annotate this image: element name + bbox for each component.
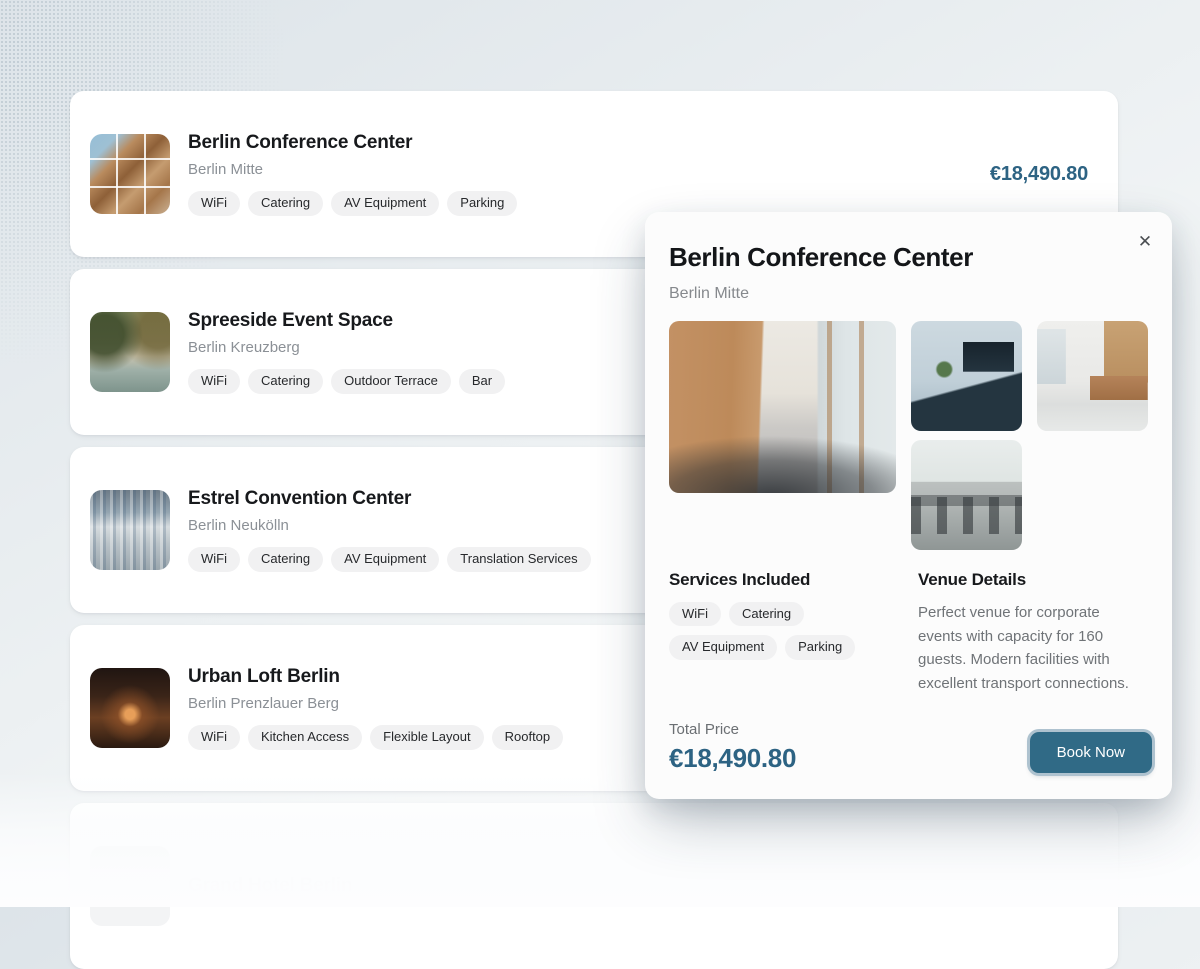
- venue-price: €18,490.80: [990, 163, 1088, 186]
- venue-tag: WiFi: [188, 369, 240, 393]
- venue-name: Urban Loft Berlin: [188, 666, 563, 688]
- service-tags: WiFi Catering AV Equipment Parking: [669, 602, 903, 660]
- venue-tags: WiFi Kitchen Access Flexible Layout Roof…: [188, 725, 563, 749]
- venue-tag: AV Equipment: [331, 191, 439, 215]
- meeting-room-photo: [911, 321, 1022, 431]
- venue-location: Berlin Prenzlauer Berg: [188, 695, 563, 712]
- venue-thumbnail-photo: [90, 134, 170, 214]
- venue-detail-modal: ✕ Berlin Conference Center Berlin Mitte …: [645, 212, 1172, 799]
- lobby-photo: [1037, 321, 1148, 431]
- venue-tag: Bar: [459, 369, 505, 393]
- book-now-button[interactable]: Book Now: [1030, 732, 1152, 773]
- venue-tag: Rooftop: [492, 725, 564, 749]
- venue-tag: AV Equipment: [331, 547, 439, 571]
- venue-tag: WiFi: [188, 547, 240, 571]
- venue-location: Berlin Kreuzberg: [188, 339, 505, 356]
- details-heading: Venue Details: [918, 570, 1148, 590]
- venue-thumbnail-photo: [90, 490, 170, 570]
- venue-tag: WiFi: [188, 725, 240, 749]
- venue-tag: Flexible Layout: [370, 725, 483, 749]
- venue-thumbnail-photo: [90, 846, 170, 926]
- services-heading: Services Included: [669, 570, 903, 590]
- total-price-value: €18,490.80: [669, 743, 796, 774]
- venue-tag: Translation Services: [447, 547, 590, 571]
- total-price-block: Total Price €18,490.80: [669, 721, 796, 774]
- venue-name: Grand Hotel Berlin: [188, 875, 352, 897]
- service-tag: Catering: [729, 602, 804, 626]
- service-tag: AV Equipment: [669, 635, 777, 659]
- close-button[interactable]: ✕: [1130, 226, 1160, 256]
- venue-location: Berlin Neukölln: [188, 517, 591, 534]
- modal-title: Berlin Conference Center: [669, 242, 1148, 273]
- venue-name: Berlin Conference Center: [188, 132, 517, 154]
- venue-card-grand-hotel-berlin[interactable]: Grand Hotel Berlin: [70, 803, 1118, 969]
- venue-thumbnail-photo: [90, 312, 170, 392]
- venue-tags: WiFi Catering AV Equipment Parking: [188, 191, 517, 215]
- venue-tags: WiFi Catering Outdoor Terrace Bar: [188, 369, 505, 393]
- total-price-label: Total Price: [669, 721, 796, 738]
- venue-tag: Parking: [447, 191, 517, 215]
- venue-tag: Catering: [248, 191, 323, 215]
- venue-thumbnail-photo: [90, 668, 170, 748]
- venue-tag: Catering: [248, 547, 323, 571]
- venue-tag: Outdoor Terrace: [331, 369, 451, 393]
- modal-location: Berlin Mitte: [669, 285, 1148, 303]
- venue-tag: WiFi: [188, 191, 240, 215]
- service-tag: WiFi: [669, 602, 721, 626]
- service-tag: Parking: [785, 635, 855, 659]
- venue-tags: WiFi Catering AV Equipment Translation S…: [188, 547, 591, 571]
- details-text: Perfect venue for corporate events with …: [918, 601, 1148, 695]
- venue-location: Berlin Mitte: [188, 161, 517, 178]
- photo-gallery: [669, 321, 1148, 550]
- close-icon: ✕: [1138, 233, 1152, 250]
- dining-area-photo: [911, 440, 1022, 550]
- venue-name: Estrel Convention Center: [188, 488, 591, 510]
- venue-tag: Kitchen Access: [248, 725, 362, 749]
- venue-name: Spreeside Event Space: [188, 310, 505, 332]
- conference-hall-photo: [669, 321, 896, 493]
- venue-tag: Catering: [248, 369, 323, 393]
